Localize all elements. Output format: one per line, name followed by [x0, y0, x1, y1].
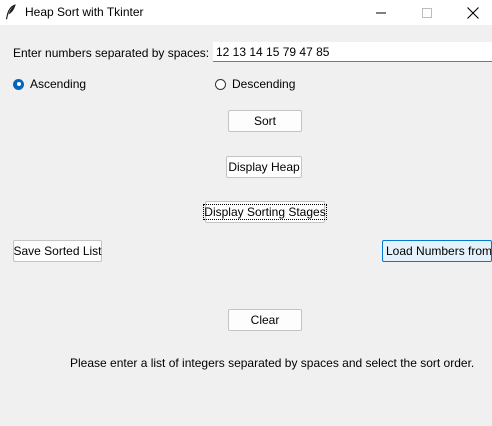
- descending-radio[interactable]: Descending: [215, 77, 295, 91]
- maximize-button[interactable]: [404, 0, 450, 25]
- ascending-label: Ascending: [30, 77, 87, 91]
- title-bar: Heap Sort with Tkinter: [0, 0, 492, 25]
- feather-icon: [5, 4, 16, 20]
- numbers-input-label: Enter numbers separated by spaces:: [13, 46, 210, 60]
- display-sorting-stages-button-label: Display Sorting Stages: [203, 204, 327, 220]
- radio-selected-indicator: [13, 78, 24, 90]
- close-button[interactable]: [450, 0, 492, 25]
- status-message: Please enter a list of integers separate…: [70, 356, 475, 370]
- ascending-radio[interactable]: Ascending: [13, 77, 86, 91]
- sort-button[interactable]: Sort: [228, 110, 302, 132]
- clear-button[interactable]: Clear: [228, 309, 302, 331]
- minimize-button[interactable]: [358, 0, 404, 25]
- descending-label: Descending: [232, 77, 296, 91]
- save-sorted-list-button-label: Save Sorted List: [13, 244, 102, 258]
- save-sorted-list-button[interactable]: Save Sorted List: [13, 240, 102, 262]
- minimize-icon: [376, 12, 386, 13]
- numbers-input[interactable]: [213, 42, 492, 62]
- display-heap-button[interactable]: Display Heap: [226, 156, 302, 178]
- load-numbers-button[interactable]: Load Numbers from File: [382, 240, 492, 262]
- clear-button-label: Clear: [250, 313, 280, 327]
- maximize-icon: [422, 7, 432, 18]
- display-sorting-stages-button[interactable]: Display Sorting Stages: [203, 201, 327, 223]
- sort-button-label: Sort: [253, 114, 276, 128]
- radio-unselected-indicator: [215, 78, 226, 90]
- load-numbers-button-label: Load Numbers from File: [386, 244, 492, 258]
- display-heap-button-label: Display Heap: [228, 160, 300, 174]
- window-title: Heap Sort with Tkinter: [25, 5, 144, 19]
- close-icon: [467, 6, 479, 19]
